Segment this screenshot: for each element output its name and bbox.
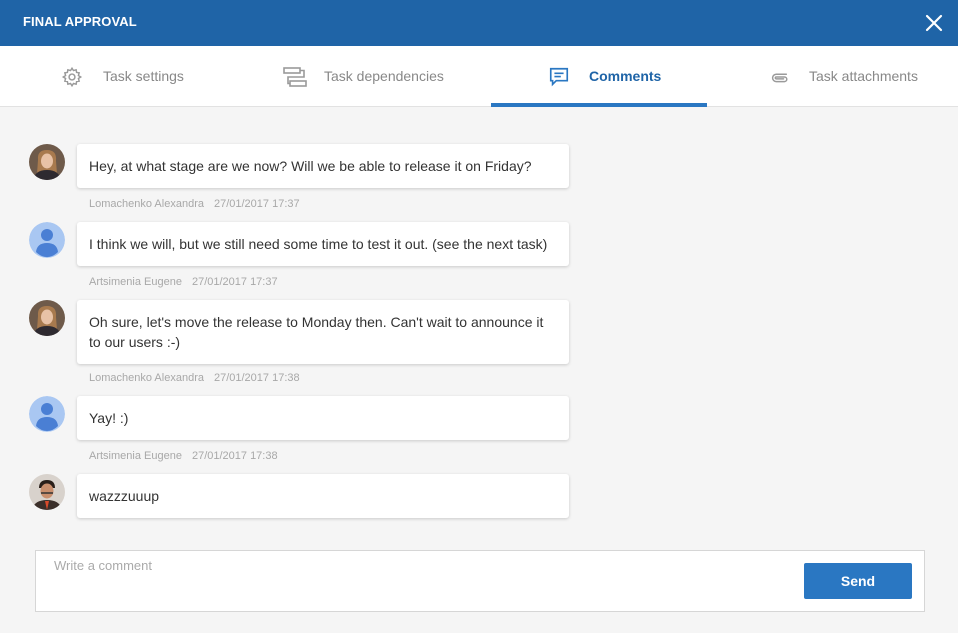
- comment-bubble: wazzzuuup: [77, 474, 569, 518]
- comment-bubble: I think we will, but we still need some …: [77, 222, 569, 266]
- comment-meta: Artsimenia Eugene 27/01/2017 17:37: [89, 276, 278, 288]
- comment-bubble: Yay! :): [77, 396, 569, 440]
- avatar[interactable]: [29, 144, 65, 180]
- comment-meta: Artsimenia Eugene 27/01/2017 17:38: [89, 450, 278, 462]
- user-photo-icon: [29, 474, 65, 510]
- tab-comments[interactable]: Comments: [491, 46, 707, 107]
- gear-icon: [61, 66, 83, 88]
- tab-task-attachments[interactable]: Task attachments: [707, 46, 958, 107]
- close-icon[interactable]: [924, 13, 944, 33]
- default-user-icon: [29, 396, 65, 432]
- comment-date: 27/01/2017 17:37: [191, 276, 278, 288]
- comment-bubble: Hey, at what stage are we now? Will we b…: [77, 144, 569, 188]
- paperclip-icon: [771, 73, 788, 83]
- tab-label: Task attachments: [809, 68, 918, 84]
- dialog-header: FINAL APPROVAL: [0, 0, 958, 46]
- comment-author[interactable]: Lomachenko Alexandra: [89, 198, 204, 210]
- avatar[interactable]: [29, 300, 65, 336]
- avatar[interactable]: [29, 396, 65, 432]
- tab-task-settings[interactable]: Task settings: [0, 46, 240, 107]
- comment-text: Oh sure, let's move the release to Monda…: [89, 314, 544, 350]
- tab-bar: Task settings Task dependencies Comments…: [0, 46, 958, 107]
- dialog-title: FINAL APPROVAL: [23, 14, 137, 29]
- comment-text: wazzzuuup: [89, 488, 160, 504]
- tab-task-dependencies[interactable]: Task dependencies: [240, 46, 490, 107]
- comment-meta: Lomachenko Alexandra 27/01/2017 17:37: [89, 198, 300, 210]
- comment-text: Yay! :): [89, 410, 129, 426]
- active-tab-indicator: [491, 103, 707, 107]
- comment-date: 27/01/2017 17:37: [213, 198, 300, 210]
- comment-author[interactable]: Artsimenia Eugene: [89, 276, 182, 288]
- comment-date: 27/01/2017 17:38: [213, 372, 300, 384]
- tab-label: Task settings: [103, 68, 184, 84]
- comment-bubble: Oh sure, let's move the release to Monda…: [77, 300, 569, 364]
- comment-composer: Send: [35, 550, 925, 612]
- avatar[interactable]: [29, 222, 65, 258]
- comment-input[interactable]: [36, 551, 796, 611]
- comment-text: Hey, at what stage are we now? Will we b…: [89, 158, 532, 174]
- comment-author[interactable]: Artsimenia Eugene: [89, 450, 182, 462]
- comment-date: 27/01/2017 17:38: [191, 450, 278, 462]
- comment-text: I think we will, but we still need some …: [89, 236, 548, 252]
- default-user-icon: [29, 222, 65, 258]
- user-photo-icon: [29, 300, 65, 336]
- avatar[interactable]: [29, 474, 65, 510]
- comment-author[interactable]: Lomachenko Alexandra: [89, 372, 204, 384]
- dependencies-icon: [283, 67, 307, 87]
- user-photo-icon: [29, 144, 65, 180]
- tab-label: Task dependencies: [324, 68, 444, 84]
- comment-icon: [549, 67, 569, 87]
- send-button[interactable]: Send: [804, 563, 912, 599]
- tab-label: Comments: [589, 68, 662, 84]
- comment-meta: Lomachenko Alexandra 27/01/2017 17:38: [89, 372, 300, 384]
